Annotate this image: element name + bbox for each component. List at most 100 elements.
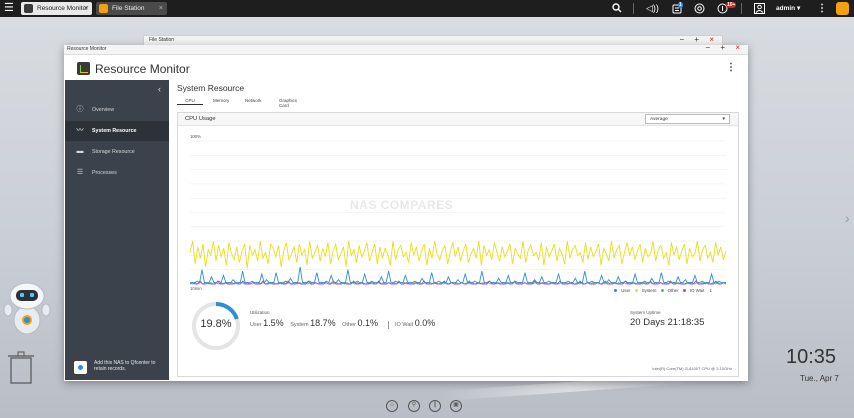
file-station-icon: [99, 4, 108, 13]
pause-icon[interactable]: ∥: [429, 400, 441, 412]
y-axis-max-label: 100%: [190, 134, 201, 139]
taskbar-tab-resource-monitor[interactable]: Resource Monitor ×: [21, 2, 92, 15]
legend-label: System: [641, 288, 657, 293]
cpu-usage-chart: 100% 10min NAS COMPARES User System Othe…: [178, 127, 738, 299]
divider: [741, 3, 742, 14]
other-value: 0.1%: [357, 318, 378, 328]
qboost-assistant-icon[interactable]: [2, 278, 52, 338]
utilization-caption: Utilization: [250, 310, 270, 315]
uptime-value: 20 Days 21:18:35: [630, 317, 705, 328]
app-header: Resource Monitor ⋮: [64, 56, 748, 80]
minimize-button[interactable]: −: [706, 43, 715, 52]
legend-item-system[interactable]: System: [634, 288, 657, 293]
watermark: NAS COMPARES: [350, 198, 454, 212]
next-page-icon[interactable]: ›: [845, 210, 850, 226]
x-axis-start-label: 10min: [190, 286, 202, 291]
aggregation-select[interactable]: Average ▾: [645, 114, 730, 124]
dashboard-icon[interactable]: [836, 2, 849, 15]
select-value: Average: [650, 117, 668, 122]
series-line-user: [190, 266, 726, 284]
processes-icon: ☰: [76, 169, 84, 176]
window-title: Resource Monitor: [67, 46, 107, 52]
qfcenter-icon: [74, 361, 87, 374]
window-titlebar[interactable]: Resource Monitor − + ×: [64, 43, 748, 55]
main-menu-icon[interactable]: ☰: [4, 3, 15, 14]
cpu-chart-svg: [189, 140, 727, 285]
storage-icon: ▬: [76, 148, 84, 155]
user-icon[interactable]: [754, 0, 765, 17]
minimize-button[interactable]: −: [680, 35, 689, 44]
legend-label: IO Wait: [689, 288, 705, 293]
desktop-clock: 10:35: [786, 346, 837, 368]
system-value: 18.7%: [310, 318, 336, 328]
iowait-value: 0.0%: [414, 318, 436, 328]
gauge-label-wrap: 19.8%: [190, 300, 242, 352]
legend-item-user[interactable]: User: [614, 288, 631, 293]
divider: [633, 3, 634, 14]
legend-end: 1: [709, 288, 712, 293]
sidebar-item-processes[interactable]: ☰ Processes: [65, 163, 169, 183]
legend-item-io-wait[interactable]: IO Wait: [682, 288, 705, 293]
utilization-breakdown: User 1.5% System 18.7% Other 0.1% IO Wai…: [250, 318, 440, 329]
resource-monitor-logo-icon: [77, 62, 90, 75]
image-icon[interactable]: ▣: [450, 400, 462, 412]
taskbar: ☰ Resource Monitor × File Station × ◁)) …: [0, 0, 854, 17]
legend-item-other[interactable]: Other: [660, 288, 679, 293]
tab-cpu[interactable]: CPU: [177, 98, 203, 105]
panel-header: CPU Usage Average ▾: [178, 113, 738, 126]
alert-badge: 10+: [726, 2, 737, 8]
window-controls: − + ×: [706, 43, 744, 52]
desktop-date: Tue., Apr 7: [800, 374, 839, 383]
chart-legend: User System Other IO Wait 1: [611, 288, 712, 293]
main-content: System Resource CPU Memory Network Graph…: [169, 80, 748, 380]
tab-network[interactable]: Network: [245, 98, 262, 103]
notification-badge: 1: [678, 2, 683, 8]
app-name: Resource Monitor: [95, 62, 190, 76]
volume-icon[interactable]: ◁)): [646, 0, 659, 17]
tasks-icon[interactable]: 1: [672, 0, 683, 17]
overview-icon: ⓘ: [76, 106, 84, 113]
window-title: File Station: [149, 37, 175, 43]
sidebar: ‹ ⓘ Overview 〰 System Resource ▬ Storage…: [65, 80, 169, 380]
recycle-bin-icon[interactable]: [8, 350, 34, 384]
taskbar-tab-file-station[interactable]: File Station ×: [96, 2, 167, 15]
qfcenter-promo[interactable]: Add this NAS to Qfcenter to retain recor…: [72, 360, 167, 378]
system-label: System: [290, 322, 309, 328]
uptime-caption: System Uptime: [630, 310, 661, 315]
close-tab-icon[interactable]: ×: [159, 2, 163, 15]
maximize-button[interactable]: +: [720, 43, 729, 52]
collapse-sidebar-icon[interactable]: ‹: [158, 84, 161, 94]
external-device-icon[interactable]: [694, 0, 705, 17]
resource-monitor-window: Resource Monitor − + × Resource Monitor …: [64, 43, 748, 381]
panel-title: CPU Usage: [185, 116, 216, 122]
sidebar-item-label: Processes: [92, 170, 117, 176]
tab-graphics-card[interactable]: Graphics Card: [279, 98, 297, 108]
taskbar-tab-label: Resource Monitor: [37, 5, 89, 12]
sidebar-item-system-resource[interactable]: 〰 System Resource: [65, 121, 169, 141]
more-options-icon[interactable]: ⋮: [726, 62, 736, 73]
promo-text: Add this NAS to Qfcenter to retain recor…: [94, 360, 156, 372]
taskbar-tab-label: File Station: [112, 5, 145, 12]
utilization-value: 19.8%: [200, 318, 232, 330]
system-resource-icon: 〰: [76, 127, 84, 134]
iowait-label: IO Wait: [395, 322, 414, 328]
cpu-usage-panel: CPU Usage Average ▾ 100% 10min NAS COMPA…: [177, 112, 739, 377]
sidebar-item-overview[interactable]: ⓘ Overview: [65, 100, 169, 120]
cpu-model: Intel(R) Core(TM) i3-8100T CPU @ 3.10GHz: [652, 366, 732, 371]
sidebar-item-label: Storage Resource: [92, 149, 135, 155]
more-options-icon[interactable]: ⋮: [817, 0, 827, 17]
series-line-system: [189, 240, 727, 269]
user-value: 1.5%: [263, 318, 284, 328]
search-icon[interactable]: [612, 0, 622, 17]
sidebar-item-label: Overview: [92, 107, 115, 113]
apps-icon[interactable]: ⌂: [386, 400, 398, 412]
user-menu[interactable]: admin ▾: [776, 0, 800, 17]
maximize-button[interactable]: +: [694, 35, 703, 44]
search-icon[interactable]: ⚲: [408, 400, 420, 412]
tab-memory[interactable]: Memory: [213, 98, 229, 103]
event-alert-icon[interactable]: 10+: [717, 0, 737, 17]
close-button[interactable]: ×: [735, 43, 744, 52]
divider: [388, 320, 390, 329]
close-tab-icon[interactable]: ×: [84, 2, 88, 15]
sidebar-item-storage-resource[interactable]: ▬ Storage Resource: [65, 142, 169, 162]
